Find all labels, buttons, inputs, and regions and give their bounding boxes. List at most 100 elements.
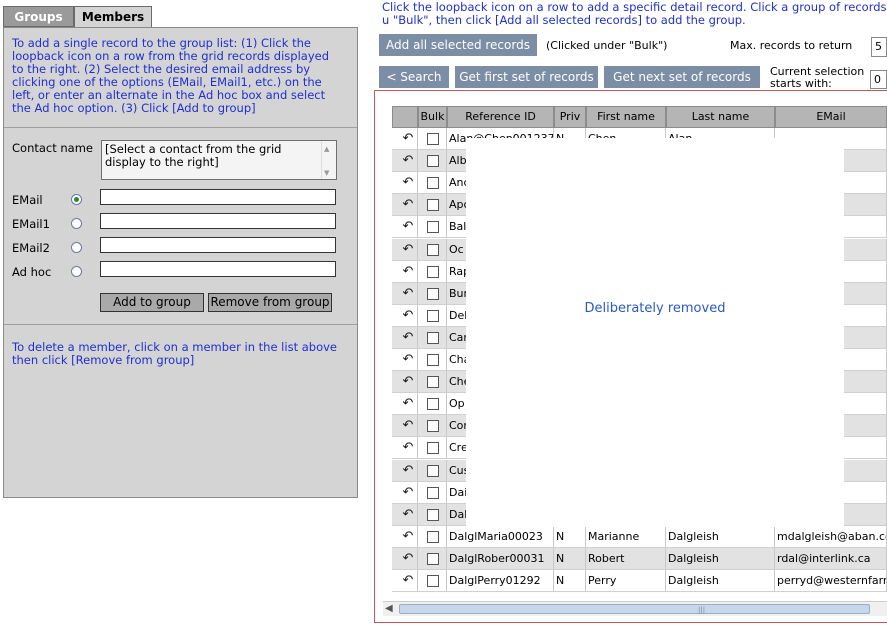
grid-horizontal-scrollbar[interactable]: ◀ ||| [383,601,887,616]
email1-label: EMail1 [12,217,50,231]
bulk-checkbox[interactable] [427,486,439,499]
max-records-input[interactable]: 5 [871,37,887,57]
loopback-icon[interactable]: ↶ [401,463,415,478]
bulk-checkbox[interactable] [427,398,439,411]
removed-notice: Deliberately removed [584,301,726,316]
remove-from-group-button[interactable]: Remove from group [208,293,332,312]
bulk-checkbox[interactable] [427,331,439,344]
loopback-icon[interactable]: ↶ [401,132,415,146]
tab-groups[interactable]: Groups [3,6,74,27]
bulk-checkbox[interactable] [427,265,439,278]
add-all-selected-button[interactable]: Add all selected records [379,34,537,56]
next-set-button[interactable]: Get next set of records [604,66,760,88]
email-radio[interactable] [71,194,82,205]
contact-name-field[interactable]: [Select a contact from the grid display … [101,140,337,180]
cell-email: mdalgleish@aban.co [775,525,887,548]
bulk-checkbox[interactable] [427,376,439,389]
add-instructions: To add a single record to the group list… [12,36,330,115]
column-header-first-name[interactable]: First name [586,106,666,128]
loopback-icon[interactable]: ↶ [401,264,415,279]
loopback-icon[interactable]: ↶ [401,397,415,411]
email1-field[interactable] [100,213,336,229]
bulk-checkbox[interactable] [427,464,439,477]
loopback-icon[interactable]: ↶ [401,286,415,301]
bulk-checkbox[interactable] [427,575,439,587]
column-header-priv[interactable]: Priv [554,106,586,128]
email1-radio[interactable] [71,218,82,229]
bulk-checkbox[interactable] [427,177,439,190]
bulk-checkbox[interactable] [427,287,439,300]
loopback-icon[interactable]: ↶ [401,529,415,544]
contact-placeholder: [Select a contact from the grid display … [105,142,282,169]
email2-radio[interactable] [71,242,82,253]
loopback-icon[interactable]: ↶ [401,574,415,588]
bulk-checkbox[interactable] [427,354,439,366]
bulk-checkbox[interactable] [427,133,439,145]
loopback-icon[interactable]: ↶ [401,198,415,212]
cell-email: perryd@westernfarm [775,570,887,592]
column-header-bulk[interactable]: Bulk [418,106,447,128]
search-button[interactable]: < Search [379,66,449,88]
adhoc-label: Ad hoc [12,265,52,279]
arrow-left-icon[interactable]: ◀ [385,602,393,616]
loopback-icon[interactable]: ↶ [401,551,415,566]
max-records-label: Max. records to return [730,39,853,52]
divider [4,127,357,128]
first-set-button[interactable]: Get first set of records [455,66,598,88]
divider [4,324,357,325]
bulk-checkbox[interactable] [427,155,439,168]
loopback-icon[interactable]: ↶ [401,485,415,500]
column-header-last-name[interactable]: Last name [666,106,775,128]
adhoc-field[interactable] [100,261,336,277]
column-header-email[interactable]: EMail [775,106,887,128]
cell-last-name: Dalgleish [666,570,775,592]
loopback-icon[interactable]: ↶ [401,419,415,433]
clicked-under-bulk-note: (Clicked under "Bulk") [546,39,668,52]
email-field[interactable] [100,189,336,205]
table-row[interactable]: DalglRober00031 N Robert Dalgleish rdal@inte… [392,547,887,570]
loopback-icon[interactable]: ↶ [401,375,415,389]
contact-name-label: Contact name [12,141,94,155]
loopback-icon[interactable]: ↶ [401,176,415,190]
column-header-action [392,106,418,128]
add-to-group-button[interactable]: Add to group [100,293,204,312]
scrollbar-thumb[interactable]: ||| [399,604,870,614]
cell-first-name: Marianne [586,525,666,548]
loopback-icon[interactable]: ↶ [401,308,415,323]
loopback-icon[interactable]: ↶ [401,242,415,257]
cell-first-name: Robert [586,547,666,570]
email2-field[interactable] [100,237,336,253]
tab-members[interactable]: Members [74,6,152,28]
bulk-checkbox[interactable] [427,552,439,565]
bulk-checkbox[interactable] [427,508,439,521]
current-selection-input[interactable]: 0 [870,70,887,89]
bulk-checkbox[interactable] [427,199,439,212]
bulk-checkbox[interactable] [427,221,439,234]
table-row[interactable]: DalglPerry01292 N Perry Dalgleish perryd@wes… [392,570,887,592]
scroll-down-icon[interactable]: ▼ [324,167,329,180]
current-selection-line2: starts with: [770,77,832,90]
bulk-checkbox[interactable] [427,309,439,322]
cell-last-name: Dalgleish [666,525,775,548]
bulk-checkbox[interactable] [427,243,439,256]
loopback-icon[interactable]: ↶ [401,220,415,234]
bulk-checkbox[interactable] [427,442,439,455]
cell-email: rdal@interlink.ca [775,547,887,570]
current-selection-label: Current selection starts with: [770,66,864,90]
email-label: EMail [12,193,43,207]
contact-scrollbar[interactable]: ▲ ▼ [321,142,335,178]
loopback-icon[interactable]: ↶ [401,441,415,455]
loopback-icon[interactable]: ↶ [401,353,415,367]
cell-reference-id: DalglPerry01292 [447,570,554,592]
scroll-up-icon[interactable]: ▲ [324,143,329,156]
cell-priv: N [554,547,586,570]
bulk-checkbox[interactable] [427,420,439,433]
bulk-instructions: Click the loopback icon on a row to add … [382,0,887,27]
loopback-icon[interactable]: ↶ [401,507,415,522]
loopback-icon[interactable]: ↶ [401,330,415,345]
table-row[interactable]: DalglMaria00023 N Marianne Dalgleish mdalgle… [392,525,887,548]
adhoc-radio[interactable] [71,266,82,277]
bulk-checkbox[interactable] [427,530,439,543]
column-header-reference-id[interactable]: Reference ID [447,106,554,128]
loopback-icon[interactable]: ↶ [401,154,415,168]
